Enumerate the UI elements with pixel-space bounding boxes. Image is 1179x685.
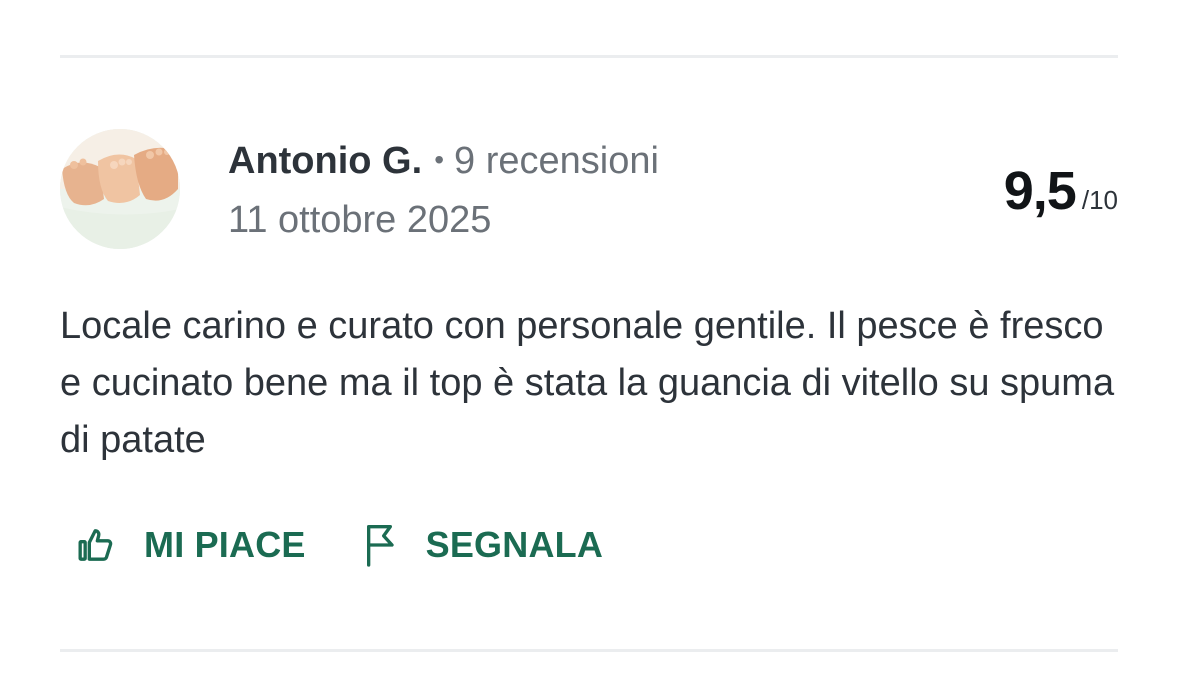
report-label: SEGNALA xyxy=(425,524,604,565)
review-text: Locale carino e curato con personale gen… xyxy=(60,305,1115,461)
review-score: 9,5/10 xyxy=(1004,160,1118,222)
review-count: 9 recensioni xyxy=(454,140,659,182)
avatar[interactable] xyxy=(60,129,180,249)
review-actions: MI PIACE SEGNALA xyxy=(74,522,603,568)
like-label: MI PIACE xyxy=(144,524,306,565)
separator-dot: • xyxy=(434,144,444,175)
report-button[interactable]: SEGNALA xyxy=(360,522,603,568)
author-row: Antonio G. • 9 recensioni xyxy=(228,138,659,187)
score-value: 9,5 xyxy=(1003,161,1077,221)
review-date: 11 ottobre 2025 xyxy=(228,199,492,241)
author-name[interactable]: Antonio G. xyxy=(228,140,422,182)
bottom-divider xyxy=(60,649,1118,652)
top-divider xyxy=(60,55,1118,58)
like-button[interactable]: MI PIACE xyxy=(74,522,306,568)
thumbs-up-icon xyxy=(74,522,118,568)
avatar-photo xyxy=(60,129,180,249)
review-meta: Antonio G. • 9 recensioni 11 ottobre 2025 xyxy=(228,138,659,243)
flag-icon xyxy=(360,522,404,568)
score-max: /10 xyxy=(1081,185,1118,215)
